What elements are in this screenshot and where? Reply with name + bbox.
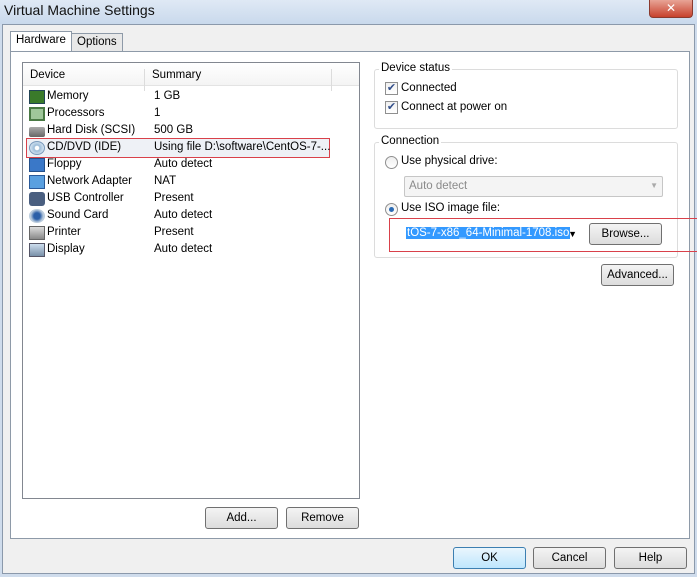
iso-image-label: Use ISO image file:	[401, 202, 501, 214]
device-summary: Present	[154, 192, 194, 204]
device-summary: Auto detect	[154, 158, 213, 170]
device-name: Display	[47, 243, 85, 255]
advanced-button[interactable]: Advanced...	[601, 264, 674, 286]
device-row[interactable]: Hard Disk (SCSI) 500 GB	[29, 123, 349, 140]
device-row[interactable]: Processors 1	[29, 106, 349, 123]
device-row[interactable]: Floppy Auto detect	[29, 157, 349, 174]
device-summary: Present	[154, 226, 194, 238]
device-name: Floppy	[47, 158, 82, 170]
device-name: USB Controller	[47, 192, 124, 204]
ok-button[interactable]: OK	[453, 547, 526, 569]
device-summary: Auto detect	[154, 243, 213, 255]
device-summary: 1	[154, 107, 161, 119]
column-header-summary[interactable]: Summary	[152, 69, 201, 81]
network-icon	[29, 175, 45, 189]
display-icon	[29, 243, 45, 257]
memory-icon	[29, 90, 45, 104]
device-row[interactable]: CD/DVD (IDE) Using file D:\software\CentO…	[29, 140, 349, 157]
device-row[interactable]: Printer Present	[29, 225, 349, 242]
device-name: Sound Card	[47, 209, 109, 221]
device-summary: 1 GB	[154, 90, 181, 102]
sound-icon	[29, 209, 45, 223]
device-status-title: Device status	[379, 62, 453, 74]
device-status-group: Device status	[374, 62, 678, 129]
device-summary: Using file D:\software\CentOS-7-...	[154, 141, 331, 153]
iso-image-radio[interactable]	[385, 203, 398, 216]
remove-button[interactable]: Remove	[286, 507, 359, 529]
cd-dvd-icon	[29, 141, 45, 155]
printer-icon	[29, 226, 45, 240]
list-header: Device Summary	[23, 63, 359, 91]
physical-drive-value: Auto detect	[409, 180, 468, 192]
close-icon[interactable]: ✕	[649, 0, 693, 18]
physical-drive-select[interactable]: Auto detect ▼	[404, 176, 663, 197]
processor-icon	[29, 107, 45, 121]
cancel-button[interactable]: Cancel	[533, 547, 606, 569]
device-name: CD/DVD (IDE)	[47, 141, 122, 153]
chevron-down-icon: ▼	[650, 181, 658, 190]
connected-checkbox[interactable]: ✔	[385, 82, 398, 95]
device-row[interactable]: Network Adapter NAT	[29, 174, 349, 191]
device-row[interactable]: USB Controller Present	[29, 191, 349, 208]
add-button[interactable]: Add...	[205, 507, 278, 529]
device-name: Network Adapter	[47, 175, 133, 187]
device-name: Memory	[47, 90, 89, 102]
hard-disk-icon	[29, 127, 45, 137]
connected-label: Connected	[401, 82, 457, 94]
annotation-box	[389, 218, 697, 252]
device-name: Printer	[47, 226, 81, 238]
device-row[interactable]: Display Auto detect	[29, 242, 349, 259]
device-name: Hard Disk (SCSI)	[47, 124, 136, 136]
connect-power-on-checkbox[interactable]: ✔	[385, 101, 398, 114]
tab-options[interactable]: Options	[71, 33, 123, 52]
device-name: Processors	[47, 107, 105, 119]
physical-drive-radio[interactable]	[385, 156, 398, 169]
device-summary: 500 GB	[154, 124, 193, 136]
device-row[interactable]: Sound Card Auto detect	[29, 208, 349, 225]
window-title: Virtual Machine Settings	[4, 2, 155, 18]
connect-power-on-label: Connect at power on	[401, 101, 508, 113]
floppy-icon	[29, 158, 45, 172]
device-summary: Auto detect	[154, 209, 213, 221]
tab-hardware[interactable]: Hardware	[10, 31, 72, 51]
physical-drive-label: Use physical drive:	[401, 155, 498, 167]
device-summary: NAT	[154, 175, 177, 187]
title-bar: Virtual Machine Settings ✕	[0, 0, 697, 24]
usb-icon	[29, 192, 45, 206]
help-button[interactable]: Help	[614, 547, 687, 569]
column-header-device[interactable]: Device	[30, 69, 65, 81]
device-row[interactable]: Memory 1 GB	[29, 89, 349, 106]
connection-title: Connection	[379, 135, 442, 147]
